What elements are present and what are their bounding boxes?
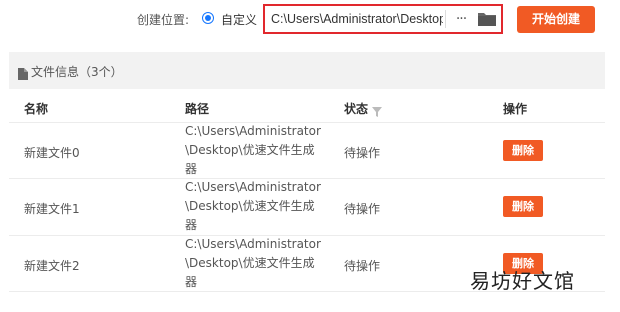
- file-path: C:\Users\Administrator \Desktop\优速文件生成 器: [185, 178, 325, 235]
- path-input[interactable]: [271, 10, 443, 28]
- file-name: 新建文件2: [24, 259, 80, 273]
- file-path-line: C:\Users\Administrator: [185, 237, 321, 251]
- custom-radio[interactable]: [202, 12, 214, 24]
- file-path-line: C:\Users\Administrator: [185, 180, 321, 194]
- file-status: 待操作: [344, 202, 381, 216]
- top-toolbar: 创建位置: 自定义 ··· 开始创建: [0, 0, 620, 42]
- file-path-line: 器: [185, 218, 198, 232]
- file-path: C:\Users\Administrator \Desktop\优速文件生成 器: [185, 122, 325, 179]
- file-path-line: 器: [185, 275, 198, 289]
- file-path: C:\Users\Administrator \Desktop\优速文件生成 器: [185, 235, 325, 292]
- file-status: 待操作: [344, 146, 381, 160]
- file-path-line: 器: [185, 162, 198, 176]
- file-path-line: \Desktop\优速文件生成: [185, 199, 315, 213]
- file-name: 新建文件1: [24, 202, 80, 216]
- path-divider: [445, 10, 446, 28]
- create-location-label: 创建位置:: [137, 13, 190, 27]
- more-button[interactable]: ···: [449, 8, 473, 30]
- panel-title: 文件信息（3个）: [31, 65, 123, 79]
- column-header-action: 操作: [503, 102, 528, 116]
- filter-icon[interactable]: [372, 102, 382, 117]
- file-path-line: \Desktop\优速文件生成: [185, 143, 315, 157]
- column-header-name: 名称: [24, 102, 49, 116]
- watermark-text: 易坊好文馆: [470, 269, 575, 293]
- path-field-container: ···: [263, 4, 503, 34]
- custom-radio-label[interactable]: 自定义: [221, 11, 257, 28]
- file-status: 待操作: [344, 259, 381, 273]
- document-icon: [18, 65, 28, 80]
- start-create-button[interactable]: 开始创建: [517, 6, 595, 33]
- file-path-line: C:\Users\Administrator: [185, 124, 321, 138]
- delete-button[interactable]: 删除: [503, 196, 543, 217]
- panel-header: 文件信息（3个）: [9, 52, 605, 89]
- column-header-status: 状态: [344, 102, 369, 116]
- file-path-line: \Desktop\优速文件生成: [185, 256, 315, 270]
- folder-icon[interactable]: [477, 10, 497, 28]
- column-header-path: 路径: [185, 102, 210, 116]
- delete-button[interactable]: 删除: [503, 140, 543, 161]
- file-name: 新建文件0: [24, 146, 80, 160]
